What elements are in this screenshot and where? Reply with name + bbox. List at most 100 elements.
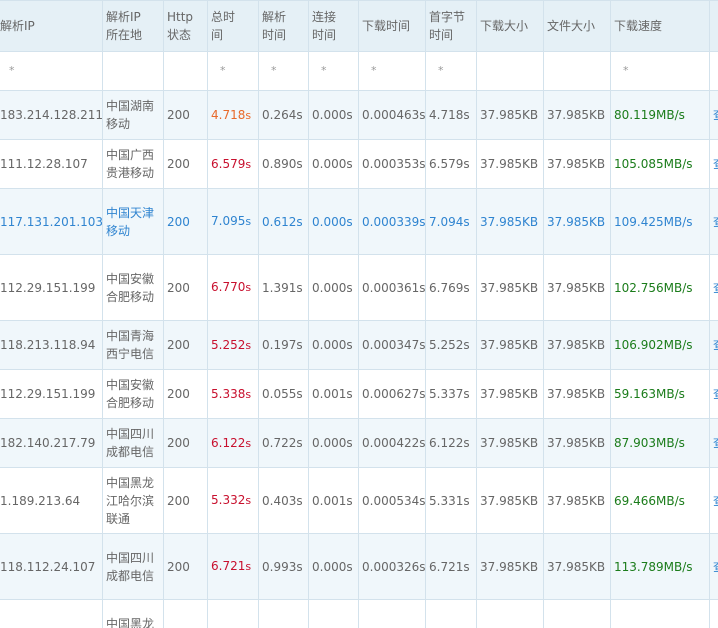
table-row: 112.29.151.199 中国安徽合肥移动 200 6.770s 1.391s 0.0…	[0, 254, 718, 321]
cell-resolve-time: 1.391s	[258, 254, 309, 321]
view-detail-link[interactable]: 查看	[713, 387, 718, 401]
cell-file-size: 37.985KB	[543, 320, 611, 370]
cell-download-size: 37.985KB	[476, 90, 544, 140]
cell-resolve-time: 0.993s	[258, 533, 309, 600]
cell-resolve-time: 0.722s	[258, 418, 309, 468]
cell-file-size: 37.985KB	[543, 467, 611, 534]
cell-download-speed	[610, 599, 710, 628]
cell-http-status: 200	[163, 467, 208, 534]
cell-connect-time	[308, 599, 359, 628]
cell-download-size: 37.985KB	[476, 254, 544, 321]
filter-download-size[interactable]	[476, 51, 544, 91]
cell-action[interactable]: 查看	[709, 139, 718, 189]
header-download-speed[interactable]: 下载速度	[610, 0, 710, 52]
cell-first-byte-time: 5.331s	[425, 467, 477, 534]
cell-http-status: 200	[163, 533, 208, 600]
cell-download-time: 0.000422s	[358, 418, 426, 468]
cell-http-status: 200	[163, 369, 208, 419]
header-http-status[interactable]: Http 状态	[163, 0, 208, 52]
view-detail-link[interactable]: 查看	[713, 494, 718, 508]
cell-download-size: 37.985KB	[476, 418, 544, 468]
cell-action[interactable]	[709, 599, 718, 628]
header-file-size[interactable]: 文件大小	[543, 0, 611, 52]
view-detail-link[interactable]: 查看	[713, 338, 718, 352]
header-download-size[interactable]: 下载大小	[476, 0, 544, 52]
filter-first-byte[interactable]: *	[425, 51, 477, 91]
cell-location: 中国广西贵港移动	[102, 139, 164, 189]
header-download-time[interactable]: 下载时间	[358, 0, 426, 52]
cell-resolve-time: 0.055s	[258, 369, 309, 419]
cell-http-status: 200	[163, 418, 208, 468]
filter-download-time[interactable]: *	[358, 51, 426, 91]
cell-total-time: 6.770s	[207, 254, 259, 321]
cell-connect-time: 0.000s	[308, 254, 359, 321]
cell-http-status: 200	[163, 254, 208, 321]
cell-download-speed: 59.163MB/s	[610, 369, 710, 419]
table-row: 1.189.213.64 中国黑龙江哈尔滨联通 200 5.332s 0.403s 0.0…	[0, 467, 718, 534]
header-ip-location[interactable]: 解析IP 所在地	[102, 0, 164, 52]
header-connect-time[interactable]: 连接 时间	[308, 0, 359, 52]
cell-connect-time: 0.000s	[308, 139, 359, 189]
view-detail-link[interactable]: 查看	[713, 108, 718, 122]
cell-ip	[0, 599, 103, 628]
cell-download-time: 0.000326s	[358, 533, 426, 600]
cell-first-byte-time: 5.252s	[425, 320, 477, 370]
filter-connect-time[interactable]: *	[308, 51, 359, 91]
cell-action[interactable]: 查看	[709, 254, 718, 321]
view-detail-link[interactable]: 查看	[713, 215, 718, 229]
cell-location: 中国安徽合肥移动	[102, 369, 164, 419]
cell-first-byte-time: 6.769s	[425, 254, 477, 321]
filter-resolve-time[interactable]: *	[258, 51, 309, 91]
cell-first-byte-time	[425, 599, 477, 628]
cell-download-size: 37.985KB	[476, 533, 544, 600]
filter-total-time[interactable]: *	[207, 51, 259, 91]
cell-http-status	[163, 599, 208, 628]
cell-action[interactable]: 查看	[709, 533, 718, 600]
cell-action[interactable]: 查看	[709, 369, 718, 419]
filter-location[interactable]	[102, 51, 164, 91]
cell-file-size: 37.985KB	[543, 90, 611, 140]
header-resolve-ip[interactable]: 解析IP	[0, 0, 103, 52]
cell-resolve-time	[258, 599, 309, 628]
cell-action[interactable]: 查看	[709, 467, 718, 534]
view-detail-link[interactable]: 查看	[713, 436, 718, 450]
results-table-viewport: 解析IP 解析IP 所在地 Http 状态 总时间 解析 时间 连接 时间 下载时间 首…	[0, 0, 718, 628]
cell-action[interactable]: 查看	[709, 320, 718, 370]
filter-file-size[interactable]	[543, 51, 611, 91]
table-row: 182.140.217.79 中国四川成都电信 200 6.122s 0.722s 0.0…	[0, 418, 718, 468]
cell-action[interactable]: 查看	[709, 418, 718, 468]
cell-download-time: 0.000347s	[358, 320, 426, 370]
cell-action[interactable]: 查看	[709, 188, 718, 255]
table-row: 111.12.28.107 中国广西贵港移动 200 6.579s 0.890s 0.00…	[0, 139, 718, 189]
cell-connect-time: 0.001s	[308, 369, 359, 419]
cell-ip: 112.29.151.199	[0, 369, 103, 419]
speed-test-results-table: 解析IP 解析IP 所在地 Http 状态 总时间 解析 时间 连接 时间 下载时间 首…	[0, 0, 718, 628]
cell-download-size	[476, 599, 544, 628]
header-resolve-time[interactable]: 解析 时间	[258, 0, 309, 52]
cell-file-size: 37.985KB	[543, 369, 611, 419]
view-detail-link[interactable]: 查看	[713, 560, 718, 574]
cell-ip: 118.112.24.107	[0, 533, 103, 600]
table-row: 117.131.201.103 中国天津移动 200 7.095s 0.612s 0.00…	[0, 188, 718, 255]
cell-download-speed: 113.789MB/s	[610, 533, 710, 600]
cell-total-time: 5.252s	[207, 320, 259, 370]
cell-resolve-time: 0.197s	[258, 320, 309, 370]
filter-http[interactable]	[163, 51, 208, 91]
cell-location: 中国黑龙江哈尔滨联通	[102, 467, 164, 534]
cell-total-time: 5.338s	[207, 369, 259, 419]
view-detail-link[interactable]: 查看	[713, 281, 718, 295]
view-detail-link[interactable]: 查看	[713, 157, 718, 171]
filter-download-speed[interactable]: *	[610, 51, 710, 91]
cell-action[interactable]: 查看	[709, 90, 718, 140]
header-first-byte-time[interactable]: 首字节 时间	[425, 0, 477, 52]
cell-download-speed: 105.085MB/s	[610, 139, 710, 189]
cell-download-size: 37.985KB	[476, 139, 544, 189]
cell-first-byte-time: 6.579s	[425, 139, 477, 189]
cell-ip: 111.12.28.107	[0, 139, 103, 189]
cell-total-time: 6.721s	[207, 533, 259, 600]
cell-file-size: 37.985KB	[543, 418, 611, 468]
cell-location: 中国青海西宁电信	[102, 320, 164, 370]
filter-ip[interactable]: *	[0, 51, 103, 91]
cell-location: 中国安徽合肥移动	[102, 254, 164, 321]
header-total-time[interactable]: 总时间	[207, 0, 259, 52]
